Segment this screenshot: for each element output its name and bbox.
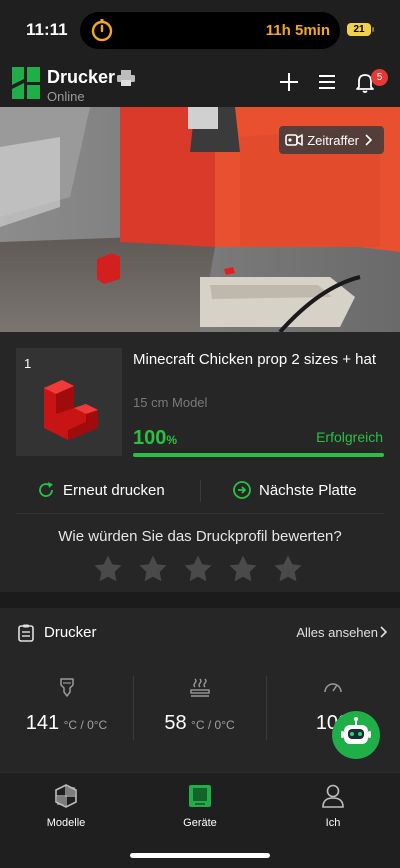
nozzle-icon [59, 678, 74, 697]
see-all-link[interactable]: Alles ansehen [296, 625, 378, 640]
progress-bar [133, 453, 384, 457]
refresh-icon [39, 482, 53, 497]
app-header: Drucker Online 5 [0, 58, 400, 106]
status-time: 11:11 [26, 20, 68, 39]
bed-temp-value: 58 °C / 0°C [133, 712, 266, 735]
model-thumbnail[interactable]: 1 [16, 348, 122, 456]
divider [16, 513, 384, 514]
video-camera-icon [285, 134, 304, 146]
status-bar: 11:11 11h 5min 21 [0, 0, 400, 58]
next-plate-label: Nächste Platte [259, 481, 357, 499]
clipboard-icon [18, 624, 34, 642]
action-divider [200, 480, 201, 502]
camera-feed[interactable]: Zeitraffer [0, 107, 400, 332]
speed-icon [323, 683, 342, 693]
home-indicator [130, 853, 270, 858]
rating-stars [93, 554, 313, 584]
battery-tip [372, 27, 374, 32]
reprint-button[interactable]: Erneut drucken [36, 468, 165, 512]
job-status: Erfolgreich [316, 429, 383, 445]
bed-temp-number: 58 [164, 712, 187, 734]
plate-number: 1 [24, 356, 32, 371]
heatbed-icon [189, 678, 210, 697]
bed-temp-unit: °C / 0°C [191, 718, 235, 732]
progress-bar-fill [133, 453, 384, 457]
star-icon[interactable] [273, 554, 303, 584]
progress-percent: 100% [133, 427, 177, 450]
nozzle-temp-unit: °C / 0°C [63, 718, 108, 732]
timer-icon [91, 19, 113, 42]
models-icon [55, 784, 77, 808]
star-icon[interactable] [93, 554, 123, 584]
nav-item-profile[interactable]: Ich [283, 783, 383, 829]
job-actions: Erneut drucken Nächste Platte [16, 468, 384, 512]
model-preview [44, 380, 98, 440]
printer-icon [117, 70, 135, 86]
timelapse-button[interactable]: Zeitraffer [279, 126, 384, 154]
nav-label-models: Modelle [46, 817, 86, 829]
profile-icon [322, 784, 344, 808]
star-icon[interactable] [228, 554, 258, 584]
nozzle-temp-number: 141 [25, 712, 60, 734]
page-title[interactable]: Drucker [47, 67, 115, 88]
next-plate-button[interactable]: Nächste Platte [232, 468, 357, 512]
nav-item-devices[interactable]: Geräte [150, 783, 250, 829]
assistant-bot-button[interactable] [332, 711, 380, 759]
printer-section-title: Drucker [44, 624, 97, 641]
rating-question: Wie würden Sie das Druckprofil bewerten? [58, 528, 342, 545]
nav-label-devices: Geräte [183, 817, 217, 829]
star-icon[interactable] [138, 554, 168, 584]
print-job-card: 1 Minecraft Chicken prop 2 sizes + hat 1… [0, 332, 400, 592]
dynamic-island[interactable]: 11h 5min [80, 12, 340, 49]
chevron-right-icon[interactable] [380, 626, 388, 638]
job-title: Minecraft Chicken prop 2 sizes + hat [133, 351, 377, 368]
timelapse-label: Zeitraffer [307, 132, 359, 148]
robot-icon [341, 717, 371, 744]
notification-badge: 5 [371, 69, 388, 86]
bed-temp[interactable]: 58 °C / 0°C [133, 676, 266, 746]
chevron-right-icon [365, 134, 373, 146]
job-subtitle: 15 cm Model [133, 395, 208, 410]
add-icon[interactable] [277, 70, 301, 94]
bambu-logo [12, 67, 40, 99]
menu-icon[interactable] [315, 70, 339, 94]
progress-value: 100 [133, 427, 167, 449]
section-gap [0, 592, 400, 608]
nav-item-models[interactable]: Modelle [16, 783, 116, 829]
arrow-right-circle-icon [233, 481, 251, 499]
progress-unit: % [166, 433, 178, 447]
reprint-label: Erneut drucken [63, 481, 165, 499]
printer-status: Online [47, 89, 85, 104]
battery-icon: 21 [347, 23, 371, 36]
devices-icon [189, 785, 211, 807]
star-icon[interactable] [183, 554, 213, 584]
nav-label-profile: Ich [325, 817, 341, 829]
nozzle-temp[interactable]: 141 °C / 0°C [0, 676, 133, 746]
nozzle-temp-value: 141 °C / 0°C [0, 712, 133, 735]
live-activity-text: 11h 5min [265, 22, 330, 39]
